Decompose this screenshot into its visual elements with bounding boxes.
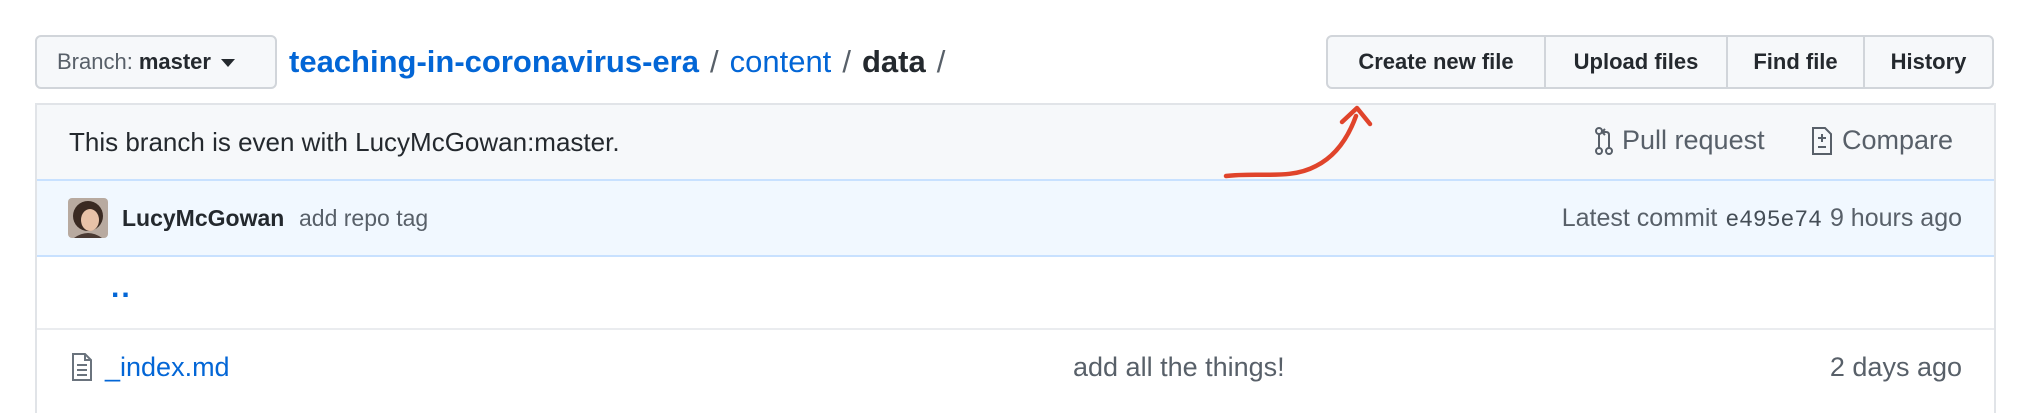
avatar[interactable] <box>68 198 108 238</box>
latest-commit-bar: LucyMcGowan add repo tag Latest commit e4… <box>37 181 1994 257</box>
pull-request-link[interactable]: Pull request <box>1594 125 1765 156</box>
branch-status-text: This branch is even with LucyMcGowan:mas… <box>69 127 620 157</box>
file-age: 2 days ago <box>1829 352 1962 382</box>
caret-down-icon <box>220 59 235 67</box>
file-commit-message-link[interactable]: add all the things! <box>1073 352 1285 383</box>
find-file-button[interactable]: Find file <box>1726 35 1865 89</box>
upload-files-button[interactable]: Upload files <box>1544 35 1728 89</box>
latest-commit-info: Latest commit e495e74 9 hours ago <box>1562 204 1962 233</box>
compare-link[interactable]: Compare <box>1810 125 1953 156</box>
commit-author-link[interactable]: LucyMcGowan <box>122 205 284 232</box>
history-button[interactable]: History <box>1863 35 1994 89</box>
create-new-file-button[interactable]: Create new file <box>1326 35 1546 89</box>
pull-request-label: Pull request <box>1622 125 1765 155</box>
parent-directory-link[interactable]: .. <box>111 271 132 305</box>
branch-name: master <box>138 49 211 74</box>
compare-icon <box>1812 126 1832 155</box>
breadcrumb-separator: / <box>936 44 946 79</box>
hand-drawn-arrow-icon <box>1223 105 1373 179</box>
file-name-link[interactable]: _index.md <box>105 352 230 383</box>
breadcrumb-current: data <box>861 44 926 79</box>
table-row: _index.md add all the things! 2 days ago <box>37 330 1994 406</box>
branch-prefix: Branch: <box>57 49 133 74</box>
commit-message-link[interactable]: add repo tag <box>299 205 428 232</box>
breadcrumb-separator: / <box>842 44 851 79</box>
parent-directory-row: .. <box>37 257 1994 330</box>
latest-commit-label: Latest commit <box>1561 204 1718 232</box>
file-browser-panel: This branch is even with LucyMcGowan:mas… <box>35 103 1996 413</box>
file-icon <box>72 353 92 381</box>
pull-request-icon <box>1595 126 1613 155</box>
breadcrumb: teaching-in-coronavirus-era / content / … <box>289 38 956 86</box>
breadcrumb-content-link[interactable]: content <box>730 44 832 80</box>
branch-infobar: This branch is even with LucyMcGowan:mas… <box>37 105 1994 181</box>
compare-label: Compare <box>1842 125 1954 155</box>
branch-select-button[interactable]: Branch: master <box>35 35 277 89</box>
commit-age: 9 hours ago <box>1829 204 1962 232</box>
commit-sha-link[interactable]: e495e74 <box>1725 207 1822 233</box>
breadcrumb-repo-link[interactable]: teaching-in-coronavirus-era <box>289 44 699 80</box>
breadcrumb-separator: / <box>709 44 719 79</box>
file-actions-group: Create new file Upload files Find file H… <box>1326 35 1994 89</box>
